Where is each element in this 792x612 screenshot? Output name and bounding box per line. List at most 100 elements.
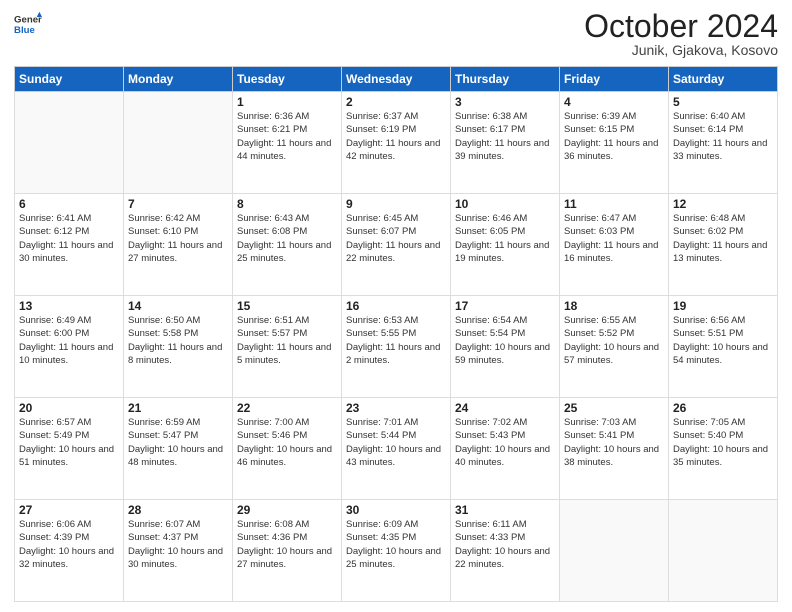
calendar-week-row: 20Sunrise: 6:57 AMSunset: 5:49 PMDayligh… xyxy=(15,398,778,500)
day-number: 22 xyxy=(237,401,337,415)
day-number: 15 xyxy=(237,299,337,313)
table-row: 19Sunrise: 6:56 AMSunset: 5:51 PMDayligh… xyxy=(669,296,778,398)
day-detail: Sunrise: 6:09 AMSunset: 4:35 PMDaylight:… xyxy=(346,518,446,571)
table-row: 17Sunrise: 6:54 AMSunset: 5:54 PMDayligh… xyxy=(451,296,560,398)
day-detail: Sunrise: 6:56 AMSunset: 5:51 PMDaylight:… xyxy=(673,314,773,367)
table-row: 31Sunrise: 6:11 AMSunset: 4:33 PMDayligh… xyxy=(451,500,560,602)
col-wednesday: Wednesday xyxy=(342,67,451,92)
day-detail: Sunrise: 6:43 AMSunset: 6:08 PMDaylight:… xyxy=(237,212,337,265)
day-detail: Sunrise: 7:01 AMSunset: 5:44 PMDaylight:… xyxy=(346,416,446,469)
table-row: 22Sunrise: 7:00 AMSunset: 5:46 PMDayligh… xyxy=(233,398,342,500)
table-row: 29Sunrise: 6:08 AMSunset: 4:36 PMDayligh… xyxy=(233,500,342,602)
day-detail: Sunrise: 7:05 AMSunset: 5:40 PMDaylight:… xyxy=(673,416,773,469)
day-number: 31 xyxy=(455,503,555,517)
day-detail: Sunrise: 6:55 AMSunset: 5:52 PMDaylight:… xyxy=(564,314,664,367)
day-number: 4 xyxy=(564,95,664,109)
day-number: 23 xyxy=(346,401,446,415)
table-row: 27Sunrise: 6:06 AMSunset: 4:39 PMDayligh… xyxy=(15,500,124,602)
day-number: 27 xyxy=(19,503,119,517)
col-tuesday: Tuesday xyxy=(233,67,342,92)
calendar-week-row: 6Sunrise: 6:41 AMSunset: 6:12 PMDaylight… xyxy=(15,194,778,296)
day-number: 2 xyxy=(346,95,446,109)
day-number: 8 xyxy=(237,197,337,211)
table-row: 9Sunrise: 6:45 AMSunset: 6:07 PMDaylight… xyxy=(342,194,451,296)
table-row: 8Sunrise: 6:43 AMSunset: 6:08 PMDaylight… xyxy=(233,194,342,296)
day-detail: Sunrise: 7:02 AMSunset: 5:43 PMDaylight:… xyxy=(455,416,555,469)
day-number: 11 xyxy=(564,197,664,211)
calendar-header-row: Sunday Monday Tuesday Wednesday Thursday… xyxy=(15,67,778,92)
day-detail: Sunrise: 6:50 AMSunset: 5:58 PMDaylight:… xyxy=(128,314,228,367)
title-block: October 2024 Junik, Gjakova, Kosovo xyxy=(584,10,778,58)
day-number: 17 xyxy=(455,299,555,313)
table-row: 13Sunrise: 6:49 AMSunset: 6:00 PMDayligh… xyxy=(15,296,124,398)
day-detail: Sunrise: 6:46 AMSunset: 6:05 PMDaylight:… xyxy=(455,212,555,265)
table-row: 28Sunrise: 6:07 AMSunset: 4:37 PMDayligh… xyxy=(124,500,233,602)
day-number: 3 xyxy=(455,95,555,109)
table-row xyxy=(15,92,124,194)
day-number: 25 xyxy=(564,401,664,415)
table-row: 23Sunrise: 7:01 AMSunset: 5:44 PMDayligh… xyxy=(342,398,451,500)
calendar-week-row: 27Sunrise: 6:06 AMSunset: 4:39 PMDayligh… xyxy=(15,500,778,602)
day-number: 19 xyxy=(673,299,773,313)
table-row: 20Sunrise: 6:57 AMSunset: 5:49 PMDayligh… xyxy=(15,398,124,500)
day-number: 1 xyxy=(237,95,337,109)
table-row: 6Sunrise: 6:41 AMSunset: 6:12 PMDaylight… xyxy=(15,194,124,296)
table-row xyxy=(124,92,233,194)
col-thursday: Thursday xyxy=(451,67,560,92)
day-detail: Sunrise: 6:51 AMSunset: 5:57 PMDaylight:… xyxy=(237,314,337,367)
day-number: 28 xyxy=(128,503,228,517)
table-row: 14Sunrise: 6:50 AMSunset: 5:58 PMDayligh… xyxy=(124,296,233,398)
calendar-table: Sunday Monday Tuesday Wednesday Thursday… xyxy=(14,66,778,602)
table-row: 3Sunrise: 6:38 AMSunset: 6:17 PMDaylight… xyxy=(451,92,560,194)
header: General Blue October 2024 Junik, Gjakova… xyxy=(14,10,778,58)
day-number: 16 xyxy=(346,299,446,313)
day-number: 26 xyxy=(673,401,773,415)
col-monday: Monday xyxy=(124,67,233,92)
logo-icon: General Blue xyxy=(14,10,42,38)
day-detail: Sunrise: 6:36 AMSunset: 6:21 PMDaylight:… xyxy=(237,110,337,163)
calendar-subtitle: Junik, Gjakova, Kosovo xyxy=(584,42,778,58)
col-friday: Friday xyxy=(560,67,669,92)
table-row: 5Sunrise: 6:40 AMSunset: 6:14 PMDaylight… xyxy=(669,92,778,194)
day-detail: Sunrise: 6:08 AMSunset: 4:36 PMDaylight:… xyxy=(237,518,337,571)
table-row: 18Sunrise: 6:55 AMSunset: 5:52 PMDayligh… xyxy=(560,296,669,398)
calendar-page: General Blue October 2024 Junik, Gjakova… xyxy=(0,0,792,612)
day-number: 5 xyxy=(673,95,773,109)
day-number: 10 xyxy=(455,197,555,211)
calendar-week-row: 1Sunrise: 6:36 AMSunset: 6:21 PMDaylight… xyxy=(15,92,778,194)
table-row: 2Sunrise: 6:37 AMSunset: 6:19 PMDaylight… xyxy=(342,92,451,194)
day-detail: Sunrise: 6:48 AMSunset: 6:02 PMDaylight:… xyxy=(673,212,773,265)
day-number: 7 xyxy=(128,197,228,211)
logo: General Blue xyxy=(14,10,42,38)
day-number: 12 xyxy=(673,197,773,211)
table-row xyxy=(669,500,778,602)
day-detail: Sunrise: 6:07 AMSunset: 4:37 PMDaylight:… xyxy=(128,518,228,571)
day-detail: Sunrise: 6:11 AMSunset: 4:33 PMDaylight:… xyxy=(455,518,555,571)
table-row: 15Sunrise: 6:51 AMSunset: 5:57 PMDayligh… xyxy=(233,296,342,398)
day-number: 9 xyxy=(346,197,446,211)
day-detail: Sunrise: 6:39 AMSunset: 6:15 PMDaylight:… xyxy=(564,110,664,163)
table-row: 4Sunrise: 6:39 AMSunset: 6:15 PMDaylight… xyxy=(560,92,669,194)
table-row xyxy=(560,500,669,602)
table-row: 1Sunrise: 6:36 AMSunset: 6:21 PMDaylight… xyxy=(233,92,342,194)
day-detail: Sunrise: 6:37 AMSunset: 6:19 PMDaylight:… xyxy=(346,110,446,163)
day-detail: Sunrise: 6:53 AMSunset: 5:55 PMDaylight:… xyxy=(346,314,446,367)
day-detail: Sunrise: 7:00 AMSunset: 5:46 PMDaylight:… xyxy=(237,416,337,469)
table-row: 7Sunrise: 6:42 AMSunset: 6:10 PMDaylight… xyxy=(124,194,233,296)
svg-text:Blue: Blue xyxy=(14,25,35,36)
col-sunday: Sunday xyxy=(15,67,124,92)
day-number: 24 xyxy=(455,401,555,415)
day-detail: Sunrise: 6:38 AMSunset: 6:17 PMDaylight:… xyxy=(455,110,555,163)
day-detail: Sunrise: 6:42 AMSunset: 6:10 PMDaylight:… xyxy=(128,212,228,265)
table-row: 21Sunrise: 6:59 AMSunset: 5:47 PMDayligh… xyxy=(124,398,233,500)
day-number: 20 xyxy=(19,401,119,415)
day-number: 14 xyxy=(128,299,228,313)
table-row: 12Sunrise: 6:48 AMSunset: 6:02 PMDayligh… xyxy=(669,194,778,296)
day-detail: Sunrise: 6:45 AMSunset: 6:07 PMDaylight:… xyxy=(346,212,446,265)
day-detail: Sunrise: 6:06 AMSunset: 4:39 PMDaylight:… xyxy=(19,518,119,571)
calendar-week-row: 13Sunrise: 6:49 AMSunset: 6:00 PMDayligh… xyxy=(15,296,778,398)
day-number: 13 xyxy=(19,299,119,313)
col-saturday: Saturday xyxy=(669,67,778,92)
day-detail: Sunrise: 6:57 AMSunset: 5:49 PMDaylight:… xyxy=(19,416,119,469)
table-row: 26Sunrise: 7:05 AMSunset: 5:40 PMDayligh… xyxy=(669,398,778,500)
